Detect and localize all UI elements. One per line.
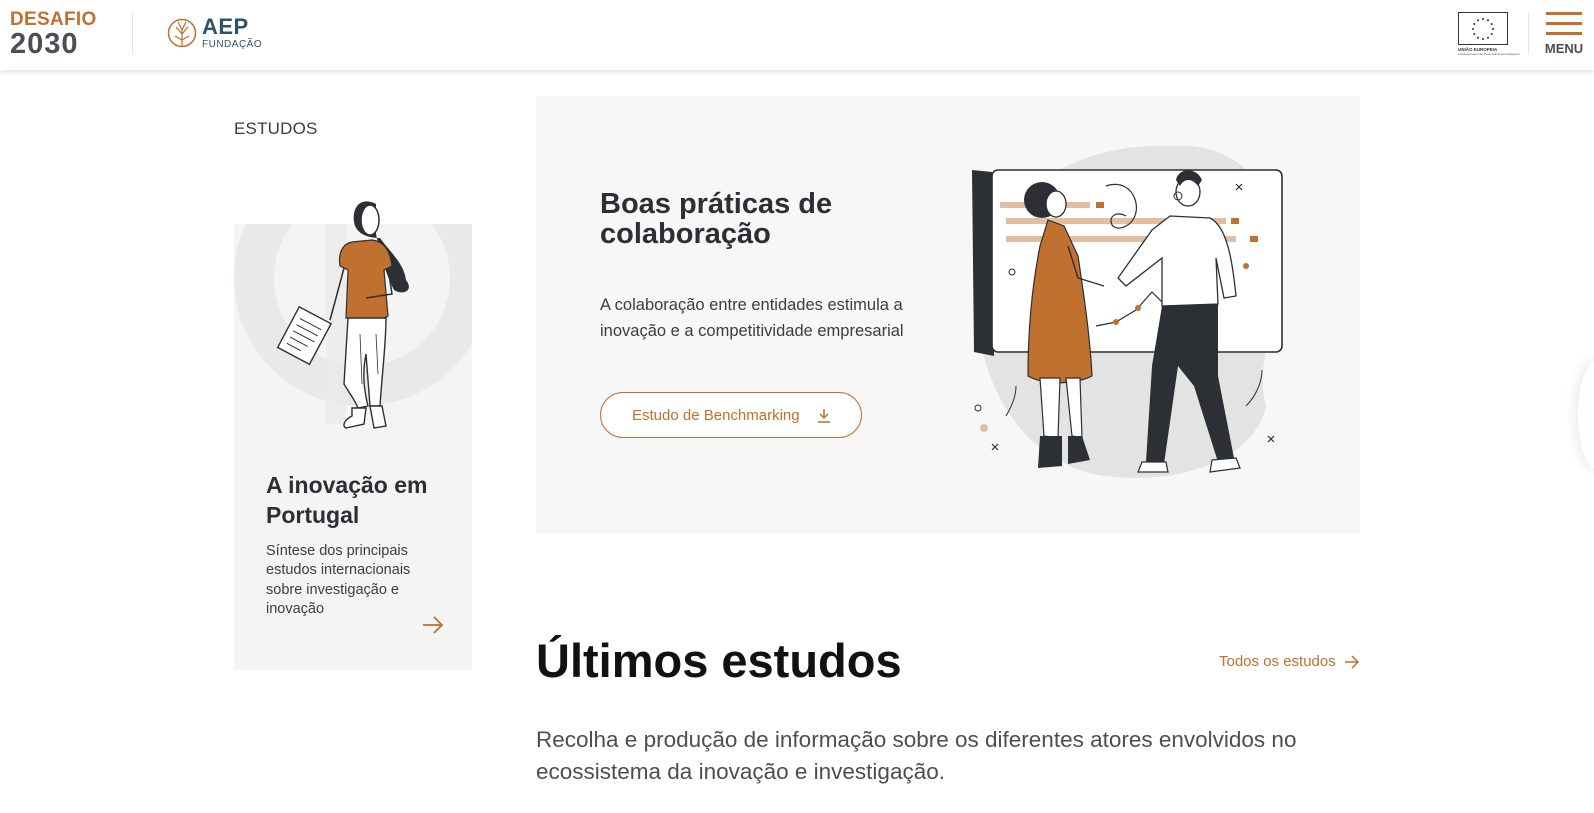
card-title: A inovação em Portugal xyxy=(266,472,428,528)
aep-wordmark: AEP xyxy=(202,14,249,39)
menu-label: MENU xyxy=(1544,41,1584,56)
latest-studies-title: Últimos estudos xyxy=(536,634,902,687)
woman-with-document-illustration xyxy=(276,201,409,429)
eu-flag-icon xyxy=(1458,12,1508,45)
arrow-right-icon xyxy=(1345,655,1360,669)
hamburger-icon xyxy=(1546,12,1582,15)
latest-studies-description: Recolha e produção de informação sobre o… xyxy=(536,727,1297,784)
featured-title: Boas práticas de colaboração xyxy=(600,188,833,250)
all-studies-label: Todos os estudos xyxy=(1219,653,1336,670)
featured-study-card: Boas práticas de colaboração A colaboraç… xyxy=(536,96,1360,533)
all-studies-link[interactable]: Todos os estudos xyxy=(1219,653,1360,670)
download-icon xyxy=(818,409,830,423)
eu-subcaption: Fundo Europeu de Desenvolvimento Regiona… xyxy=(1458,52,1520,56)
logo-line1: DESAFIO xyxy=(10,9,97,30)
hamburger-icon-bar xyxy=(1546,22,1582,25)
site-header: DESAFIO 2030 AEP FUNDAÇÃO UNIÃO EUROPEIA… xyxy=(0,0,1594,70)
aep-fundacao-logo[interactable]: AEP FUNDAÇÃO xyxy=(167,12,277,56)
desafio-2030-logo[interactable]: DESAFIO 2030 xyxy=(10,9,100,60)
hamburger-icon-bar xyxy=(1546,32,1582,35)
header-divider xyxy=(132,12,133,54)
featured-description: A colaboração entre entidades estimula a… xyxy=(600,296,904,340)
card-description: Síntese dos principais estudos internaci… xyxy=(266,543,411,617)
section-label: ESTUDOS xyxy=(234,119,318,138)
eu-logo: UNIÃO EUROPEIA Fundo Europeu de Desenvol… xyxy=(1458,12,1520,56)
download-benchmarking-button[interactable]: Estudo de Benchmarking xyxy=(600,392,862,438)
logo-line2: 2030 xyxy=(10,28,79,60)
tree-icon xyxy=(167,18,197,48)
header-divider-right xyxy=(1528,12,1529,54)
button-label: Estudo de Benchmarking xyxy=(632,407,800,424)
arrow-right-icon[interactable] xyxy=(422,616,444,634)
floating-widget-edge[interactable] xyxy=(1578,360,1594,470)
aep-subtitle: FUNDAÇÃO xyxy=(202,39,263,50)
handshake-illustration xyxy=(972,146,1283,478)
menu-button[interactable]: MENU xyxy=(1542,10,1586,58)
